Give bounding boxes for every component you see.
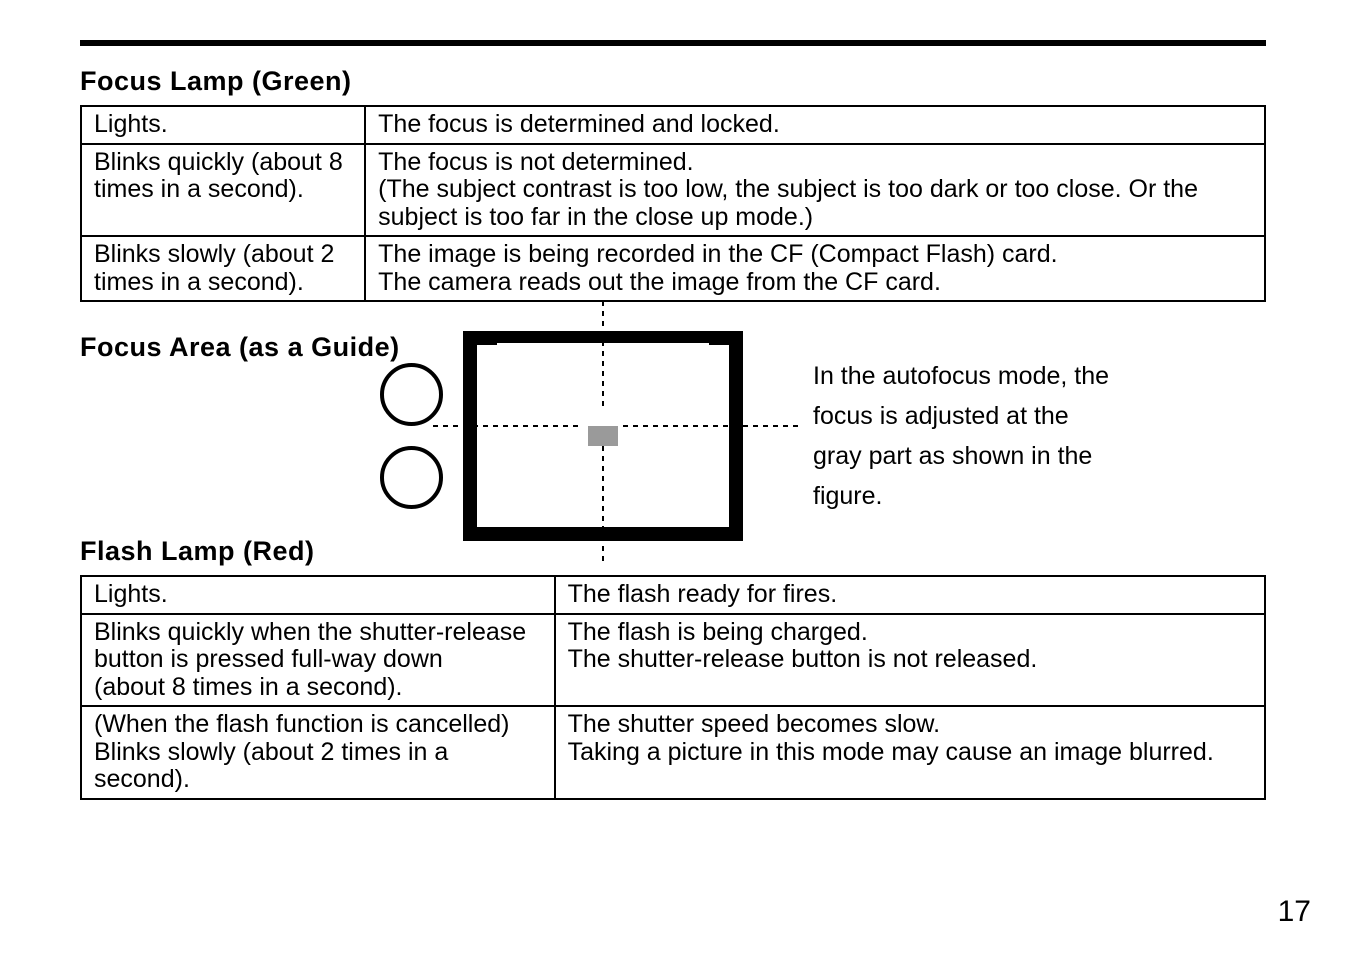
flash-circles-icon [380,353,443,519]
manual-page: Focus Lamp (Green) Lights. The focus is … [0,0,1346,954]
focus-area-figure [380,331,743,541]
table-row: (When the flash function is cancelled)Bl… [81,706,1265,799]
meaning-cell: The focus is not determined.(The subject… [365,144,1265,237]
circle-icon [380,446,443,509]
focus-lamp-title: Focus Lamp (Green) [80,66,1266,97]
top-rule [80,40,1266,46]
table-row: Lights. The focus is determined and lock… [81,106,1265,144]
meaning-cell: The flash is being charged.The shutter-r… [555,614,1265,707]
table-row: Blinks slowly (about 2 times in a second… [81,236,1265,301]
state-cell: Blinks slowly (about 2 times in a second… [81,236,365,301]
meaning-cell: The image is being recorded in the CF (C… [365,236,1265,301]
table-row: Blinks quickly when the shutter-release … [81,614,1265,707]
focus-point-icon [588,426,618,446]
focus-area-title: Focus Area (as a Guide) [80,332,400,363]
state-cell: (When the flash function is cancelled)Bl… [81,706,555,799]
page-number: 17 [1278,895,1311,929]
circle-icon [380,363,443,426]
viewfinder-frame-icon [463,331,743,541]
focus-area-caption: In the autofocus mode, the focus is adju… [813,356,1123,516]
focus-lamp-table: Lights. The focus is determined and lock… [80,105,1266,302]
viewfinder-wrap [463,331,743,541]
table-row: Lights. The flash ready for fires. [81,576,1265,614]
state-cell: Lights. [81,106,365,144]
state-cell: Blinks quickly (about 8 times in a secon… [81,144,365,237]
state-cell: Blinks quickly when the shutter-release … [81,614,555,707]
table-row: Blinks quickly (about 8 times in a secon… [81,144,1265,237]
flash-lamp-table: Lights. The flash ready for fires. Blink… [80,575,1266,800]
meaning-cell: The focus is determined and locked. [365,106,1265,144]
state-cell: Lights. [81,576,555,614]
meaning-cell: The flash ready for fires. [555,576,1265,614]
meaning-cell: The shutter speed becomes slow.Taking a … [555,706,1265,799]
